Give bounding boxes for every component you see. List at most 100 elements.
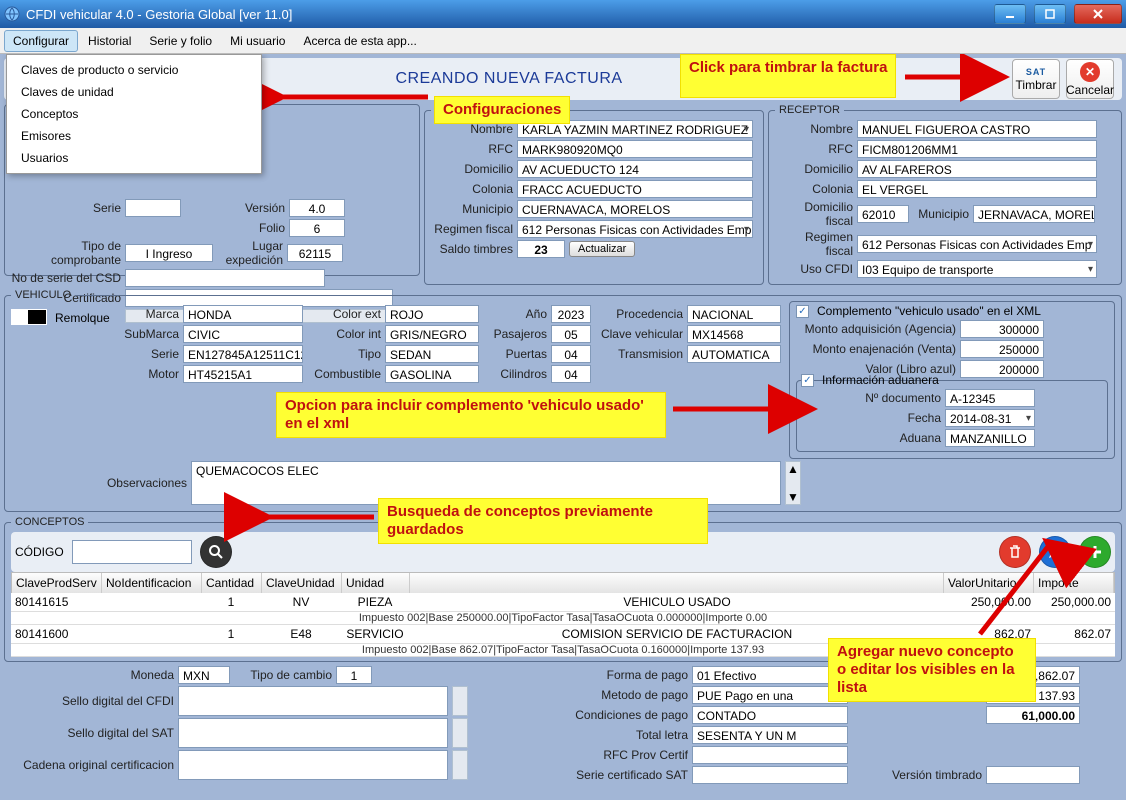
version-label: Versión (185, 201, 285, 215)
metodo-pago-select[interactable]: PUE Pago en una (692, 686, 848, 704)
sat-icon: SAT (1026, 67, 1046, 77)
content-area: Claves de producto o servicio Claves de … (0, 54, 1126, 800)
menu-mi-usuario[interactable]: Mi usuario (222, 31, 293, 51)
add-concept-button[interactable] (1079, 536, 1111, 568)
emisor-colonia-field[interactable]: FRACC ACUEDUCTO (517, 180, 753, 198)
menu-acerca[interactable]: Acerca de esta app... (295, 31, 424, 51)
veh-pasajeros-field[interactable]: 05 (551, 325, 591, 343)
submenu-usuarios[interactable]: Usuarios (7, 147, 261, 169)
saldo-timbres-field: 23 (517, 240, 565, 258)
veh-tipo-field[interactable]: SEDAN (385, 345, 479, 363)
lugar-label: Lugar expedición (217, 239, 283, 267)
veh-motor-field[interactable]: HT45215A1 (183, 365, 303, 383)
version-field: 4.0 (289, 199, 345, 217)
sello-cfdi-field (178, 686, 448, 716)
total-field: 61,000.00 (986, 706, 1080, 724)
veh-ano-field[interactable]: 2023 (551, 305, 591, 323)
veh-serie-field[interactable]: EN127845A12511C12 (183, 345, 303, 363)
plus-icon (1087, 544, 1103, 560)
tipo-cambio-field[interactable]: 1 (336, 666, 372, 684)
timbrar-button[interactable]: SAT Timbrar (1012, 59, 1060, 99)
sello-sat-field (178, 718, 448, 748)
serie-cert-field (692, 766, 848, 784)
emisor-regimen-select[interactable]: 612 Personas Fisicas con Actividades Emp… (517, 220, 753, 238)
arrow-left-icon (268, 82, 438, 115)
aduana-field[interactable]: MANZANILLO (945, 429, 1035, 447)
lugar-expedicion-field[interactable]: 62115 (287, 244, 343, 262)
moneda-field[interactable]: MXN (178, 666, 230, 684)
receptor-uso-cfdi-select[interactable]: I03 Equipo de transporte (857, 260, 1097, 278)
folio-field[interactable]: 6 (289, 219, 345, 237)
veh-cilindros-field[interactable]: 04 (551, 365, 591, 383)
window-title: CFDI vehicular 4.0 - Gestoria Global [ve… (26, 7, 986, 22)
close-icon: ✕ (1080, 62, 1100, 82)
callout-configuraciones: Configuraciones (434, 96, 570, 124)
remolque-toggle[interactable] (11, 309, 47, 325)
search-button[interactable] (200, 536, 232, 568)
conceptos-table-header: ClaveProdServ NoIdentificacion Cantidad … (11, 572, 1115, 593)
csd-field[interactable] (125, 269, 325, 287)
receptor-legend: RECEPTOR (775, 104, 844, 116)
receptor-rfc-field[interactable]: FICM801206MM1 (857, 140, 1097, 158)
receptor-regimen-select[interactable]: 612 Personas Fisicas con Actividades Emp (857, 235, 1097, 253)
receptor-nombre-field[interactable]: MANUEL FIGUEROA CASTRO (857, 120, 1097, 138)
monto-adquisicion-field[interactable]: 300000 (960, 320, 1044, 338)
emisor-domicilio-field[interactable]: AV ACUEDUCTO 124 (517, 160, 753, 178)
submenu-claves-producto[interactable]: Claves de producto o servicio (7, 59, 261, 81)
arrow-right-icon (668, 394, 818, 427)
version-timbrado-field (986, 766, 1080, 784)
veh-puertas-field[interactable]: 04 (551, 345, 591, 363)
submenu-claves-unidad[interactable]: Claves de unidad (7, 81, 261, 103)
actualizar-button[interactable]: Actualizar (569, 241, 635, 257)
submenu-emisores[interactable]: Emisores (7, 125, 261, 147)
cadena-field (178, 750, 448, 780)
cancelar-button[interactable]: ✕ Cancelar (1066, 59, 1114, 99)
veh-colorext-field[interactable]: ROJO (385, 305, 479, 323)
serie-label: Serie (11, 201, 121, 215)
window-minimize-button[interactable] (994, 4, 1026, 24)
configurar-dropdown: Claves de producto o servicio Claves de … (6, 54, 262, 174)
total-letra-field: SESENTA Y UN M (692, 726, 848, 744)
callout-timbrar: Click para timbrar la factura (680, 54, 896, 98)
callout-busqueda: Busqueda de conceptos previamente guarda… (378, 498, 708, 544)
window-titlebar: CFDI vehicular 4.0 - Gestoria Global [ve… (0, 0, 1126, 28)
fecha-aduana-field[interactable]: 2014-08-31 (945, 409, 1035, 427)
codigo-input[interactable] (72, 540, 192, 564)
no-documento-field[interactable]: A-12345 (945, 389, 1035, 407)
menu-serie-folio[interactable]: Serie y folio (141, 31, 220, 51)
monto-enajenacion-field[interactable]: 250000 (960, 340, 1044, 358)
info-aduanera-checkbox[interactable]: ✓ (801, 374, 814, 387)
rfc-certif-field (692, 746, 848, 764)
tipo-comprobante-field[interactable]: I Ingreso (125, 244, 213, 262)
table-row-tax: Impuesto 002|Base 250000.00|TipoFactor T… (11, 612, 1115, 625)
menubar: Configurar Historial Serie y folio Mi us… (0, 28, 1126, 54)
veh-clave-field[interactable]: MX14568 (687, 325, 781, 343)
serie-field[interactable] (125, 199, 181, 217)
receptor-colonia-field[interactable]: EL VERGEL (857, 180, 1097, 198)
veh-colorint-field[interactable]: GRIS/NEGRO (385, 325, 479, 343)
folio-label: Folio (11, 221, 285, 235)
window-maximize-button[interactable] (1034, 4, 1066, 24)
veh-combustible-field[interactable]: GASOLINA (385, 365, 479, 383)
arrow-left-icon (254, 502, 384, 535)
condiciones-field[interactable]: CONTADO (692, 706, 848, 724)
receptor-domicilio-field[interactable]: AV ALFAREROS (857, 160, 1097, 178)
window-close-button[interactable] (1074, 4, 1122, 24)
emisor-municipio-field[interactable]: CUERNAVACA, MORELOS (517, 200, 753, 218)
csd-label: No de serie del CSD (11, 271, 121, 285)
observaciones-scrollbar[interactable]: ▲▼ (785, 461, 801, 505)
table-row[interactable]: 80141615 1 NV PIEZA VEHICULO USADO 250,0… (11, 593, 1115, 612)
forma-pago-select[interactable]: 01 Efectivo (692, 666, 848, 684)
submenu-conceptos[interactable]: Conceptos (7, 103, 261, 125)
menu-historial[interactable]: Historial (80, 31, 139, 51)
veh-procedencia-field[interactable]: NACIONAL (687, 305, 781, 323)
tipo-comprobante-label: Tipo de comprobante (11, 239, 121, 267)
veh-transmision-field[interactable]: AUTOMATICA (687, 345, 781, 363)
menu-configurar[interactable]: Configurar (4, 30, 78, 52)
receptor-municipio-field[interactable]: JERNAVACA, MORELOS (973, 205, 1095, 223)
veh-marca-field[interactable]: HONDA (183, 305, 303, 323)
complemento-usado-checkbox[interactable]: ✓ (796, 305, 809, 318)
emisor-rfc-field[interactable]: MARK980920MQ0 (517, 140, 753, 158)
veh-submarca-field[interactable]: CIVIC (183, 325, 303, 343)
receptor-domfiscal-field[interactable]: 62010 (857, 205, 909, 223)
